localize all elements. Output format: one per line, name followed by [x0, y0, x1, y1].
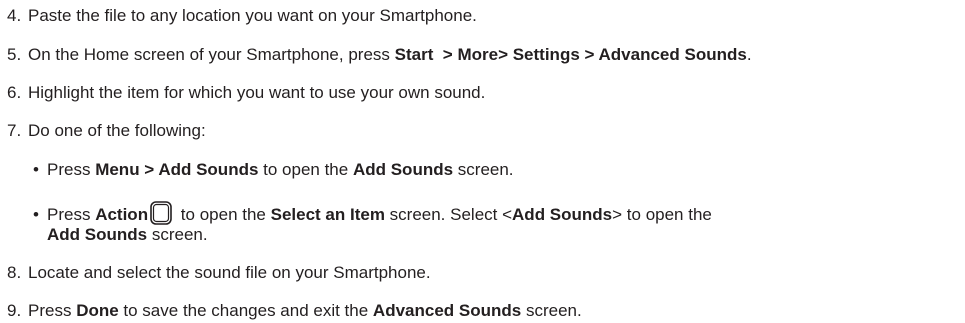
bullet-text: Press: [47, 205, 96, 224]
bullet-text: Press: [47, 160, 96, 179]
step-5: 5. On the Home screen of your Smartphone,…: [7, 44, 752, 66]
step-number: 9.: [7, 301, 22, 320]
step-number: 5.: [7, 45, 22, 64]
step-number: 8.: [7, 263, 22, 282]
screen-name: Select an Item: [270, 205, 385, 224]
screen-name: Advanced Sounds: [372, 301, 522, 320]
screen-name: Add Sounds: [352, 160, 454, 179]
action-button-icon: [150, 201, 172, 225]
menu-path: Start > More> Settings > Advanced Sounds: [394, 45, 747, 64]
bullet-2-continuation: Add Sounds screen.: [47, 224, 208, 246]
step-text: On the Home screen of your Smartphone, p…: [28, 45, 395, 64]
step-text: Locate and select the sound file on your…: [28, 263, 431, 282]
step-7: 7. Do one of the following:: [7, 120, 206, 142]
screen-name: Add Sounds: [47, 225, 148, 244]
step-4: 4. Paste the file to any location you wan…: [7, 5, 477, 27]
instruction-page: 4. Paste the file to any location you wan…: [0, 0, 965, 323]
step-text: Press: [28, 301, 77, 320]
step-text-end: .: [746, 45, 752, 64]
step-8: 8. Locate and select the sound file on yo…: [7, 262, 431, 284]
bullet-text-end: screen.: [147, 225, 208, 244]
step-6: 6. Highlight the item for which you want …: [7, 82, 485, 104]
step-number: 4.: [7, 6, 22, 25]
step-text-mid: to save the changes and exit the: [118, 301, 373, 320]
bullet-text-end: screen.: [453, 160, 514, 179]
step-text-end: screen.: [521, 301, 582, 320]
bullet-symbol: •: [33, 160, 39, 179]
bullet-1: • Press Menu > Add Sounds to open the Add…: [33, 159, 514, 181]
bullet-text-mid2: screen. Select <: [384, 205, 513, 224]
step-text: Paste the file to any location you want …: [28, 6, 477, 25]
button-name: Action: [95, 205, 149, 224]
step-9: 9. Press Done to save the changes and exi…: [7, 300, 582, 322]
bullet-2: • Press Action to open the Select an Item…: [33, 201, 712, 226]
bullet-text-mid: to open the: [176, 205, 271, 224]
item-name: Add Sounds: [512, 205, 613, 224]
bullet-symbol: •: [33, 205, 39, 224]
button-name: Done: [76, 301, 119, 320]
menu-path: Menu > Add Sounds: [95, 160, 259, 179]
step-text: Highlight the item for which you want to…: [28, 83, 486, 102]
step-number: 6.: [7, 83, 22, 102]
bullet-text-mid: to open the: [258, 160, 353, 179]
bullet-text-end: > to open the: [612, 205, 712, 224]
step-number: 7.: [7, 121, 22, 140]
step-text: Do one of the following:: [28, 121, 206, 140]
